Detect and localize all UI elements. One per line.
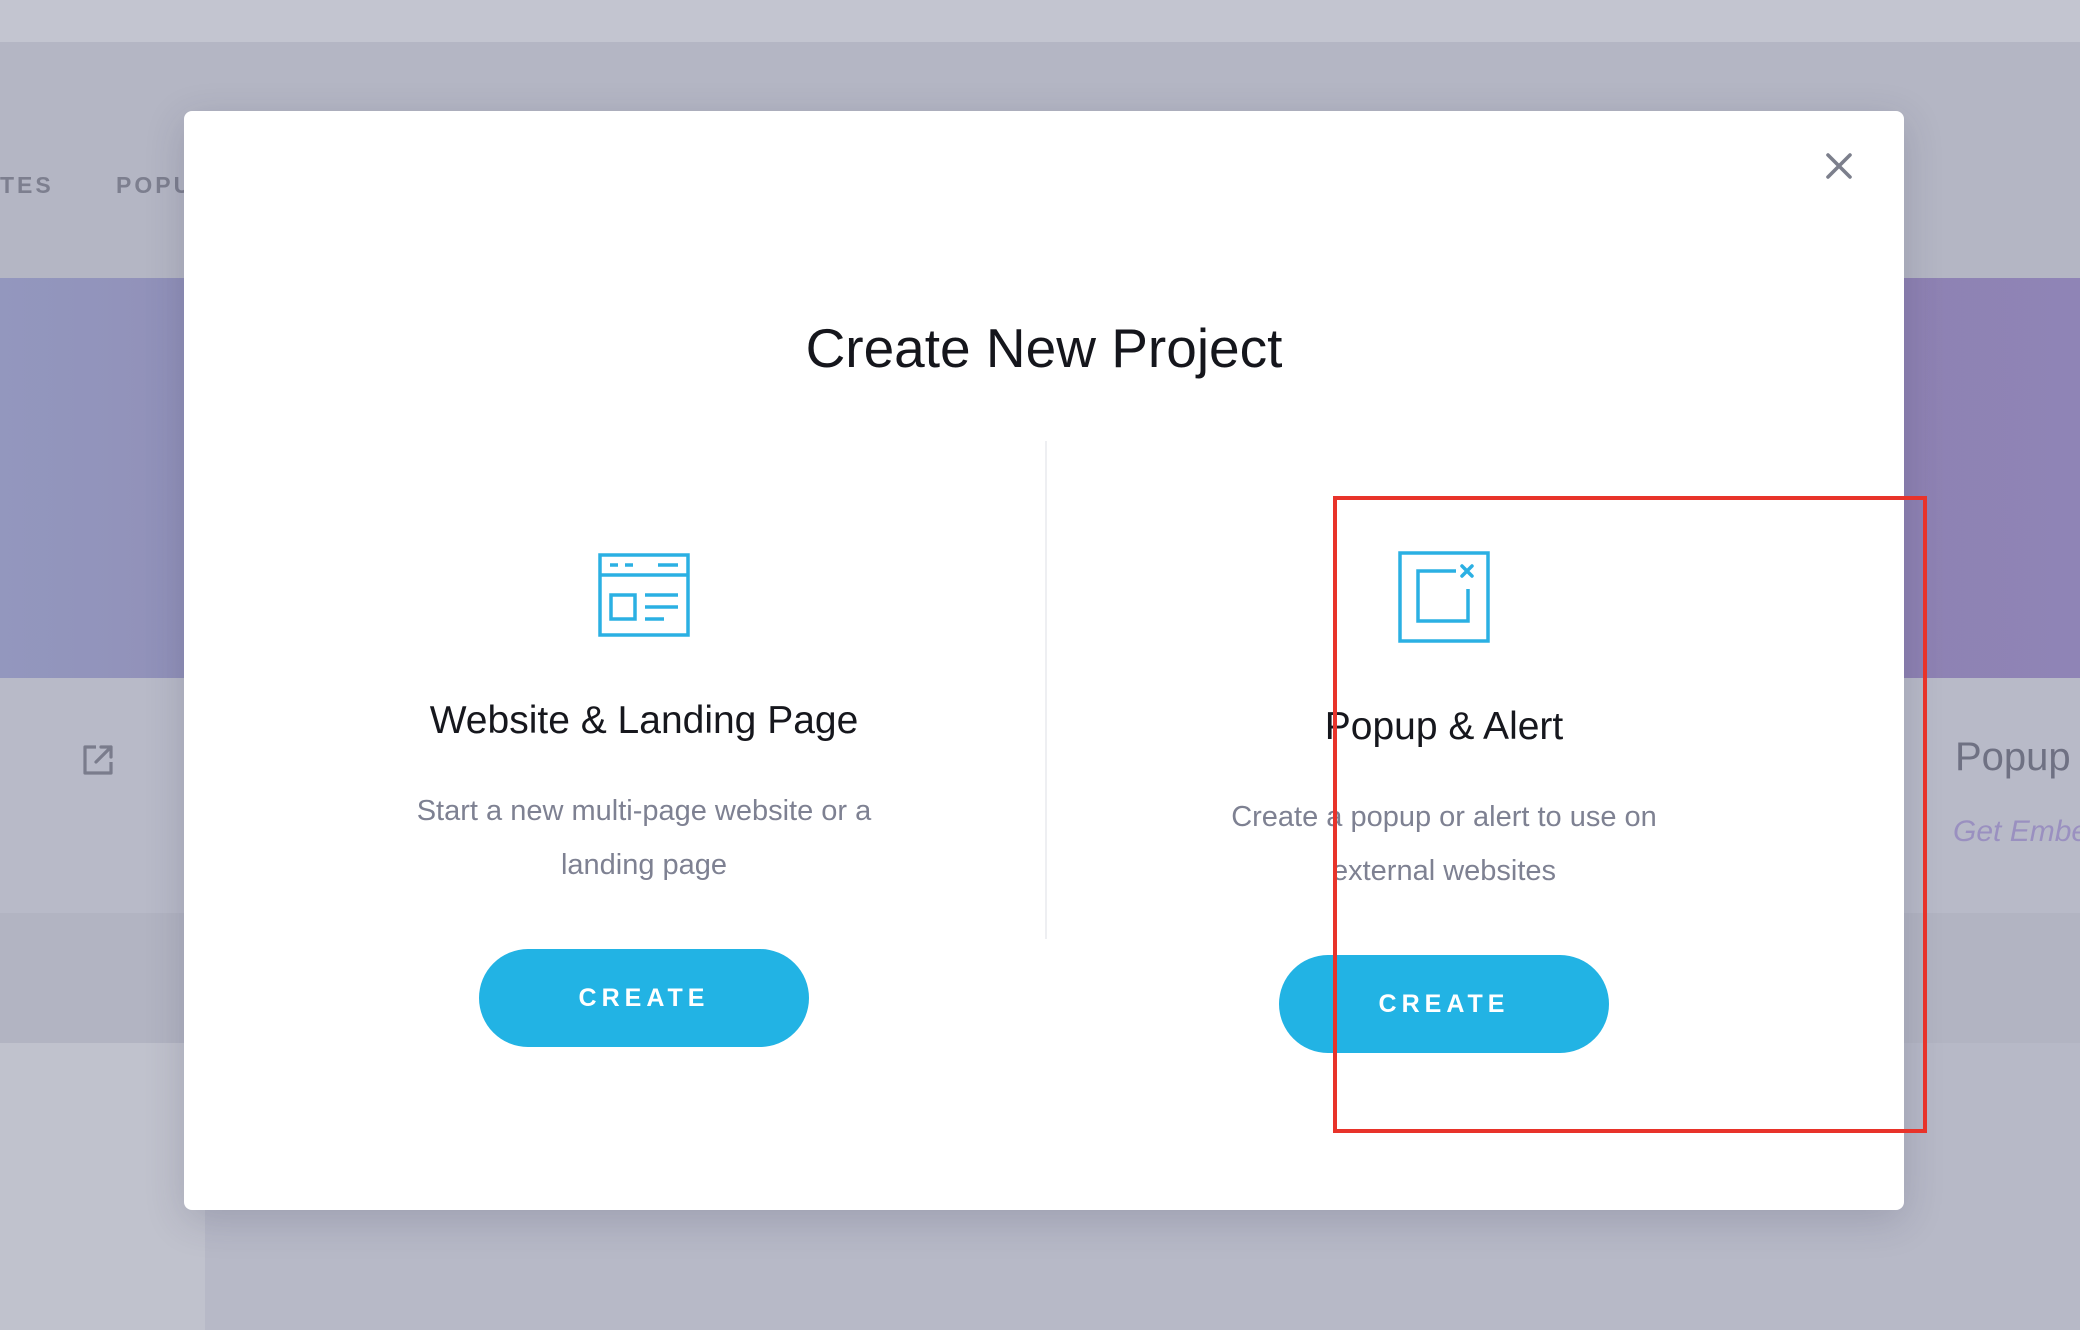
- background-bottom-left: [0, 1043, 205, 1330]
- background-nav-item-popups: POPU: [116, 172, 194, 198]
- background-popup-label: Popup: [1955, 735, 2071, 779]
- website-layout-icon: [598, 553, 690, 637]
- option-description-website: Start a new multi-page website or a land…: [416, 795, 872, 881]
- background-top-strip: [0, 0, 2080, 42]
- background-embed-link: Get Embe: [1953, 815, 2080, 848]
- create-website-button[interactable]: CREATE: [479, 949, 809, 1047]
- option-title-popup: Popup & Alert: [1324, 705, 1564, 748]
- close-button[interactable]: [1814, 141, 1864, 191]
- options-divider: [1045, 441, 1047, 939]
- external-link-icon: [83, 745, 113, 775]
- close-icon: [1826, 153, 1852, 179]
- option-popup-alert: Popup & Alert Create a popup or alert to…: [1144, 441, 1744, 1053]
- create-popup-button[interactable]: CREATE: [1279, 955, 1609, 1053]
- option-title-website: Website & Landing Page: [429, 699, 859, 742]
- create-project-modal: Create New Project Website & Landing Pag…: [184, 111, 1927, 1210]
- modal-title: Create New Project: [805, 317, 1283, 379]
- popup-window-icon: [1398, 551, 1490, 643]
- option-description-popup: Create a popup or alert to use on extern…: [1231, 801, 1657, 887]
- option-website-landing-page: Website & Landing Page Start a new multi…: [344, 441, 944, 1047]
- background-nav-item-templates: TES: [0, 172, 54, 198]
- page: TES POPU Popup Get Embe Create New Proje…: [0, 0, 2080, 1330]
